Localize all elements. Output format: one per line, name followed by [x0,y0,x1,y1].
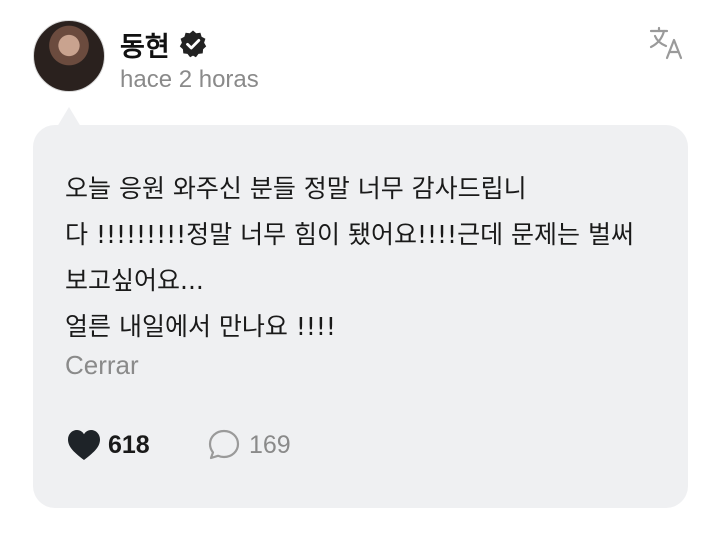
author-row: 동현 [120,25,208,63]
like-count: 618 [108,430,150,459]
close-translation-button[interactable]: Cerrar [65,350,139,381]
comment-bubble-icon [208,429,240,460]
verified-badge-icon [178,29,208,59]
bubble-tail [57,107,81,127]
message-line: 다 !!!!!!!!!정말 너무 힘이 됐어요!!!!근데 문제는 벌써 [65,220,634,249]
message-text: 오늘 응원 와주신 분들 정말 너무 감사드립니 다 !!!!!!!!!정말 너… [65,166,655,350]
comment-button[interactable]: 169 [207,428,291,462]
like-button[interactable]: 618 [66,428,150,462]
message-line: 보고싶어요... [65,266,204,295]
author-name[interactable]: 동현 [120,25,170,64]
message-line: 오늘 응원 와주신 분들 정말 너무 감사드립니 [65,174,527,203]
avatar[interactable] [33,20,105,92]
message-line: 얼른 내일에서 만나요 !!!! [65,312,336,341]
comment-count: 169 [249,430,291,459]
post-timestamp: hace 2 horas [120,66,259,93]
translate-icon[interactable] [648,25,686,61]
heart-icon [68,430,100,460]
